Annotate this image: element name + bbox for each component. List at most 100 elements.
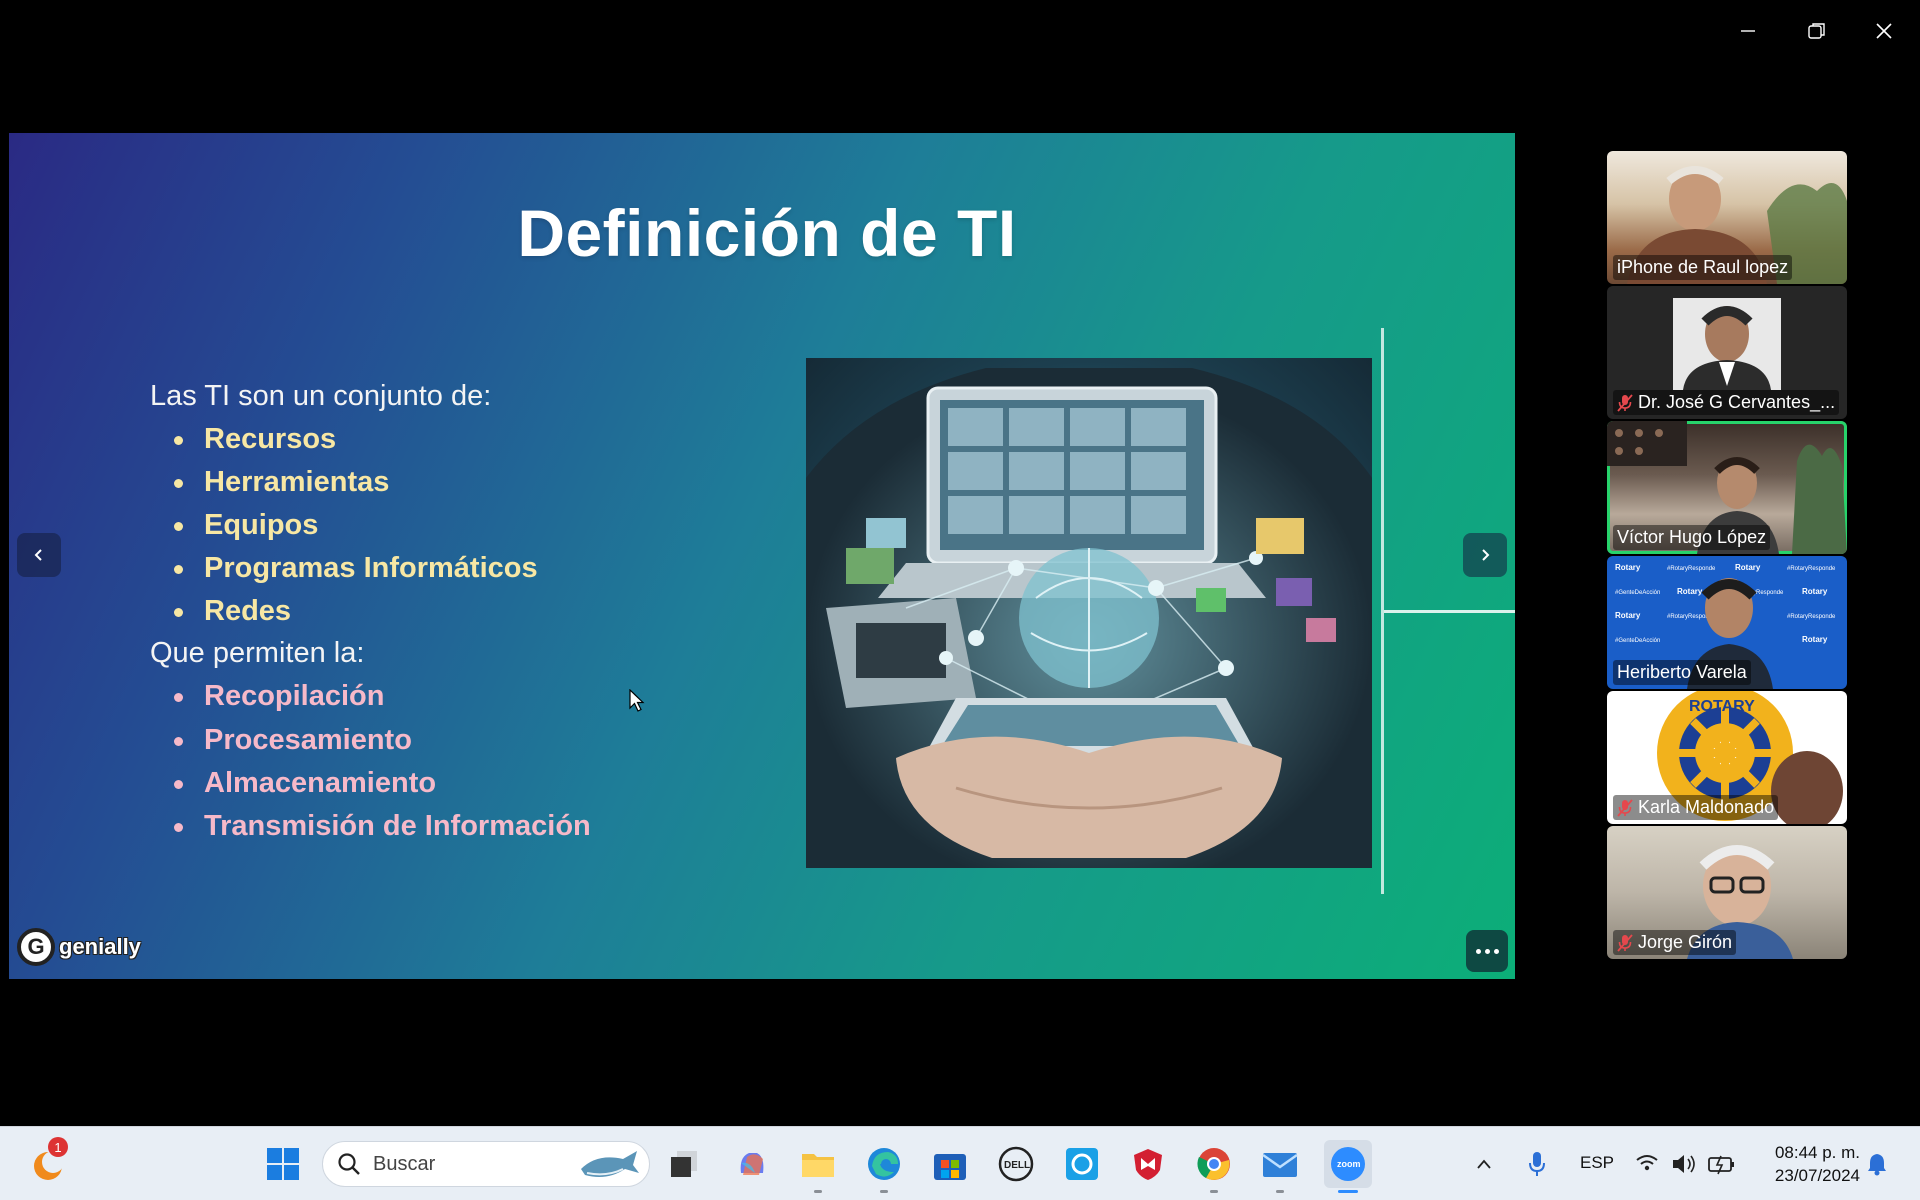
participant-name-text: iPhone de Raul lopez	[1617, 257, 1789, 277]
bullet-item: Redes	[150, 595, 291, 628]
task-view-button[interactable]	[664, 1144, 704, 1184]
bell-icon	[1868, 1154, 1886, 1176]
participant-tile[interactable]: Jorge Girón	[1607, 826, 1847, 959]
bullet-item: Procesamiento	[150, 724, 412, 757]
restore-button[interactable]	[1787, 8, 1847, 54]
file-explorer-button[interactable]	[798, 1144, 838, 1193]
store-icon	[934, 1154, 966, 1180]
svg-text:Rotary: Rotary	[1615, 611, 1641, 620]
participant-tile[interactable]: Dr. José G Cervantes_...	[1607, 286, 1847, 419]
technology-hands-image	[806, 358, 1372, 868]
edge-icon	[868, 1148, 900, 1180]
svg-text:Rotary: Rotary	[1677, 587, 1703, 596]
svg-text:#GenteDeAcción: #GenteDeAcción	[1615, 590, 1660, 596]
bullet-item: Equipos	[150, 509, 318, 542]
genially-wordmark: genially	[59, 934, 141, 959]
participant-tile[interactable]: ROTARY Karla Maldonado	[1607, 691, 1847, 824]
running-indicator	[814, 1190, 822, 1193]
bullet-item: Herramientas	[150, 466, 389, 499]
slide-intro-text: Las TI son un conjunto de:	[150, 380, 492, 412]
genially-logo: G genially	[17, 928, 141, 966]
bullet-item: Programas Informáticos	[150, 552, 538, 585]
zoom-app-icon: zoom	[1331, 1147, 1365, 1181]
dot	[1484, 948, 1490, 954]
next-slide-button[interactable]	[1463, 533, 1507, 577]
mouse-cursor-icon	[629, 689, 645, 712]
chrome-button[interactable]	[1194, 1144, 1234, 1193]
running-indicator	[1210, 1190, 1218, 1193]
svg-text:DELL: DELL	[1004, 1160, 1030, 1171]
chevron-up-icon	[1477, 1159, 1491, 1169]
dell-icon: DELL	[998, 1146, 1034, 1182]
running-indicator	[1276, 1190, 1284, 1193]
svg-text:#RotaryResponde: #RotaryResponde	[1787, 566, 1836, 572]
bullet-item: Almacenamiento	[150, 767, 436, 800]
zoom-meeting-window: Definición de TI Las TI son un conjunto …	[0, 0, 1920, 1200]
participant-name-text: Dr. José G Cervantes_...	[1638, 392, 1836, 412]
participant-tile-active-speaker[interactable]: Víctor Hugo López	[1607, 421, 1847, 554]
slide-intro2-text: Que permiten la:	[150, 637, 365, 669]
participant-tile[interactable]: Rotary #RotaryResponde Rotary #RotaryRespon…	[1607, 556, 1847, 689]
zoom-button[interactable]: zoom	[1324, 1140, 1372, 1193]
chevron-right-icon	[1482, 549, 1490, 561]
notifications-button[interactable]	[1862, 1144, 1892, 1184]
input-language-indicator[interactable]: ESP	[1580, 1153, 1614, 1173]
chrome-icon	[1197, 1148, 1230, 1180]
svg-text:#RotaryResponde: #RotaryResponde	[1667, 566, 1716, 572]
mail-icon	[1262, 1153, 1298, 1177]
cortana-button[interactable]	[1062, 1144, 1102, 1184]
chevron-left-icon	[34, 549, 42, 561]
svg-text:Rotary: Rotary	[1802, 635, 1828, 644]
quick-settings-button[interactable]	[1630, 1144, 1740, 1184]
weather-widget-button[interactable]: 1	[28, 1137, 68, 1184]
clock-time: 08:44 p. m.	[1774, 1143, 1860, 1162]
mic-muted-icon	[1617, 393, 1633, 412]
system-clock[interactable]: 08:44 p. m. 23/07/2024	[1775, 1141, 1860, 1187]
microphone-tray-button[interactable]	[1522, 1144, 1552, 1184]
dot	[1493, 948, 1499, 954]
genially-mark: G	[17, 928, 55, 966]
folder-icon	[802, 1154, 834, 1177]
network-volume-battery-icons	[1636, 1155, 1734, 1175]
microphone-icon	[1529, 1152, 1545, 1176]
bullet-item: Transmisión de Información	[150, 810, 591, 843]
restore-icon	[1808, 23, 1825, 39]
previous-slide-button[interactable]	[17, 533, 61, 577]
start-button[interactable]	[263, 1144, 303, 1184]
minimize-icon	[1741, 30, 1755, 32]
participant-name-text: Jorge Girón	[1638, 932, 1733, 952]
zoom-label: zoom	[1337, 1159, 1361, 1169]
search-icon	[338, 1153, 360, 1175]
notification-badge: 1	[48, 1137, 68, 1157]
svg-text:Rotary: Rotary	[1802, 587, 1828, 596]
windows-taskbar: 1 Buscar DELL zoom ESP 08:44 p. m. 23/07…	[0, 1126, 1920, 1200]
minimize-button[interactable]	[1718, 8, 1778, 54]
taskbar-search[interactable]	[322, 1141, 650, 1187]
participant-tile[interactable]: iPhone de Raul lopez	[1607, 151, 1847, 284]
microsoft-store-button[interactable]	[930, 1144, 970, 1184]
participant-name-text: Víctor Hugo López	[1617, 527, 1767, 547]
show-hidden-icons-button[interactable]	[1471, 1144, 1497, 1184]
search-input[interactable]	[373, 1152, 553, 1176]
svg-text:Rotary: Rotary	[1735, 563, 1761, 572]
dot	[1475, 948, 1481, 954]
windows-start-icon	[267, 1148, 299, 1180]
task-view-icon	[671, 1151, 697, 1177]
dell-button[interactable]: DELL	[996, 1144, 1036, 1184]
more-options-button[interactable]	[1466, 930, 1508, 972]
participant-name-text: Karla Maldonado	[1638, 797, 1775, 817]
copilot-button[interactable]	[732, 1144, 772, 1184]
edge-browser-button[interactable]	[864, 1144, 904, 1193]
mcafee-button[interactable]	[1128, 1144, 1168, 1184]
svg-text:Rotary: Rotary	[1615, 563, 1641, 572]
mic-muted-icon	[1617, 933, 1633, 952]
mail-button[interactable]	[1260, 1144, 1300, 1193]
svg-text:#GenteDeAcción: #GenteDeAcción	[1615, 638, 1660, 644]
mcafee-shield-icon	[1134, 1149, 1162, 1180]
slide-title: Definición de TI	[517, 196, 1017, 270]
participant-name: Heriberto Varela	[1613, 660, 1751, 685]
close-button[interactable]	[1854, 8, 1914, 54]
participant-name: Jorge Girón	[1613, 930, 1737, 955]
running-indicator	[880, 1190, 888, 1193]
cortana-ring-icon	[1066, 1148, 1098, 1180]
